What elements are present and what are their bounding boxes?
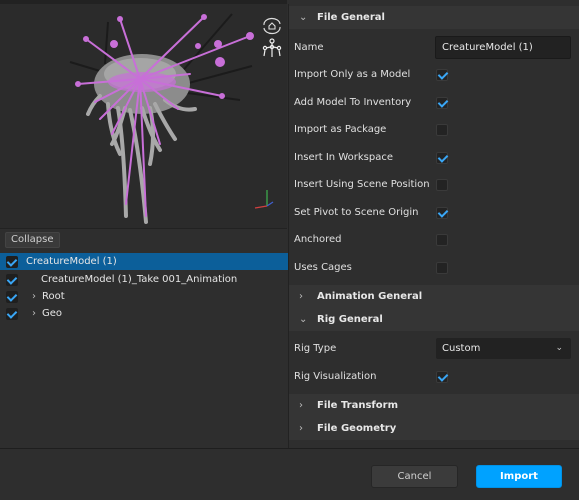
- rig-type-value: Custom: [442, 343, 481, 354]
- cancel-button[interactable]: Cancel: [371, 465, 458, 488]
- tree-item-geo[interactable]: › Geo: [0, 305, 288, 322]
- prop-label: Anchored: [294, 234, 342, 245]
- anchored-checkbox[interactable]: [436, 233, 448, 246]
- name-input[interactable]: CreatureModel (1): [435, 36, 571, 59]
- tree-item-label: CreatureModel (1)_Take 001_Animation: [41, 274, 238, 285]
- section-title: File Transform: [317, 400, 398, 411]
- prop-row-rig-type: Rig Type Custom ⌄: [289, 335, 579, 362]
- prop-label: Set Pivot to Scene Origin: [294, 207, 419, 218]
- tree-item-animation[interactable]: CreatureModel (1)_Take 001_Animation: [0, 271, 288, 288]
- add-to-inventory-checkbox[interactable]: [436, 96, 448, 109]
- dialog-footer: Cancel Import: [0, 448, 579, 500]
- uses-cages-checkbox[interactable]: [436, 261, 448, 274]
- collapse-button[interactable]: Collapse: [5, 232, 60, 248]
- axis-gizmo-icon: [254, 190, 274, 209]
- section-title: File Geometry: [317, 423, 397, 434]
- prop-label: Add Model To Inventory: [294, 97, 412, 108]
- prop-label: Rig Visualization: [294, 371, 377, 382]
- chevron-right-icon[interactable]: ›: [32, 291, 42, 302]
- tree-item-checkbox[interactable]: [6, 273, 18, 286]
- prop-label: Import as Package: [294, 124, 387, 135]
- prop-row-import-as-package: Import as Package: [289, 116, 579, 143]
- prop-row-uses-cages: Uses Cages: [289, 254, 579, 281]
- insert-in-workspace-checkbox[interactable]: [436, 151, 448, 164]
- chevron-right-icon: ›: [299, 400, 303, 411]
- prop-row-set-pivot-origin: Set Pivot to Scene Origin: [289, 199, 579, 226]
- tree-item-creaturemodel[interactable]: CreatureModel (1): [0, 253, 288, 270]
- import-settings-panel: ⌄ File General Name CreatureModel (1) Im…: [288, 4, 579, 448]
- chevron-down-icon: ⌄: [299, 12, 308, 23]
- import-button[interactable]: Import: [476, 465, 562, 488]
- tree-item-label: Geo: [42, 308, 63, 319]
- prop-row-import-only-model: Import Only as a Model: [289, 61, 579, 88]
- section-title: Rig General: [317, 314, 383, 325]
- prop-row-add-to-inventory: Add Model To Inventory: [289, 89, 579, 116]
- tree-item-checkbox[interactable]: [6, 307, 18, 320]
- section-rig-general-header[interactable]: ⌄ Rig General: [289, 308, 579, 331]
- insert-scene-position-checkbox[interactable]: [436, 178, 448, 191]
- import-as-package-checkbox[interactable]: [436, 123, 448, 136]
- section-animation-general-header[interactable]: › Animation General: [289, 285, 579, 308]
- import-only-model-checkbox[interactable]: [436, 68, 448, 81]
- model-preview-viewport[interactable]: [0, 0, 287, 228]
- model-preview-render: [69, 13, 254, 224]
- prop-row-name: Name CreatureModel (1): [289, 34, 579, 61]
- chevron-right-icon: ›: [299, 423, 303, 434]
- chevron-down-icon: ⌄: [555, 343, 563, 353]
- chevron-right-icon[interactable]: ›: [32, 308, 42, 319]
- tree-item-checkbox[interactable]: [6, 255, 18, 268]
- prop-row-rig-visualization: Rig Visualization: [289, 363, 579, 390]
- orbit-camera-icon[interactable]: [261, 16, 283, 36]
- prop-label: Insert In Workspace: [294, 152, 393, 163]
- prop-label: Insert Using Scene Position: [294, 179, 430, 190]
- chevron-right-icon: ›: [299, 291, 303, 302]
- set-pivot-origin-checkbox[interactable]: [436, 206, 448, 219]
- rig-type-dropdown[interactable]: Custom ⌄: [436, 338, 571, 359]
- tree-item-checkbox[interactable]: [6, 290, 18, 303]
- tree-item-label: CreatureModel (1): [26, 256, 117, 267]
- chevron-down-icon: ⌄: [299, 314, 308, 325]
- prop-row-insert-scene-position: Insert Using Scene Position: [289, 171, 579, 198]
- section-title: File General: [317, 12, 385, 23]
- rig-bones-icon[interactable]: [261, 38, 283, 58]
- hierarchy-tree-panel: Collapse CreatureModel (1) CreatureModel…: [0, 228, 288, 448]
- section-file-transform-header[interactable]: › File Transform: [289, 394, 579, 417]
- prop-label: Import Only as a Model: [294, 69, 411, 80]
- tree-item-root[interactable]: › Root: [0, 288, 288, 305]
- rig-visualization-checkbox[interactable]: [436, 370, 448, 383]
- prop-row-insert-in-workspace: Insert In Workspace: [289, 144, 579, 171]
- prop-label: Rig Type: [294, 343, 337, 354]
- prop-label: Uses Cages: [294, 262, 352, 273]
- prop-label: Name: [294, 42, 324, 53]
- section-file-geometry-header[interactable]: › File Geometry: [289, 417, 579, 440]
- prop-row-anchored: Anchored: [289, 226, 579, 253]
- section-file-general-header[interactable]: ⌄ File General: [289, 6, 579, 29]
- import-dialog: Collapse CreatureModel (1) CreatureModel…: [0, 0, 579, 500]
- tree-item-label: Root: [42, 291, 65, 302]
- section-title: Animation General: [317, 291, 423, 302]
